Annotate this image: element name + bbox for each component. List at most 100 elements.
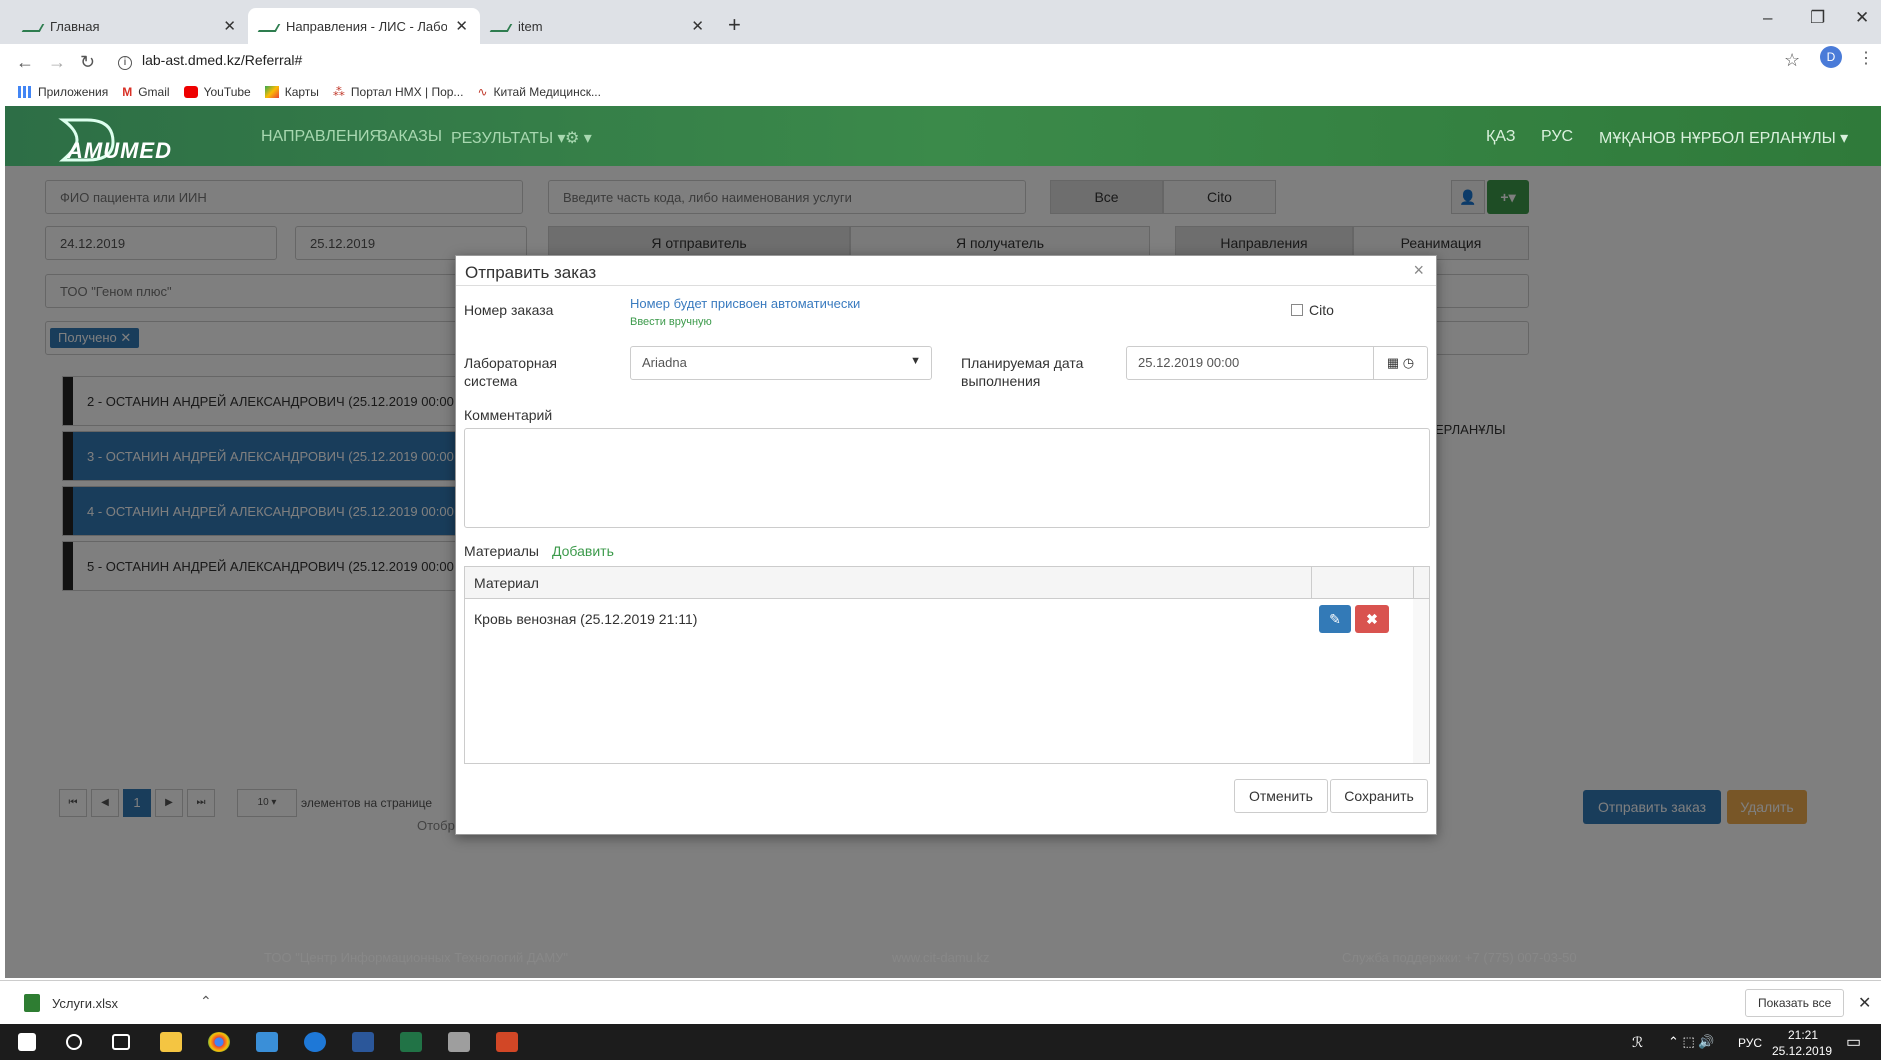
info-icon[interactable]: i <box>118 56 132 70</box>
chevron-up-icon[interactable]: ⌃ <box>200 993 212 1010</box>
bookmark-label: YouTube <box>203 85 251 99</box>
damumed-favicon-icon <box>492 20 508 32</box>
browser-tab[interactable]: Главная ✕ <box>12 8 248 44</box>
materials-label: Материалы <box>464 543 539 559</box>
material-name: Кровь венозная (25.12.2019 21:11) <box>474 611 698 627</box>
url-field[interactable]: i lab-ast.dmed.kz/Referral# <box>118 52 302 70</box>
lab-system-select[interactable]: Ariadna ▼ <box>630 346 932 380</box>
lang-rus[interactable]: РУС <box>1541 128 1573 146</box>
planned-date-label: Планируемая дата выполнения <box>961 355 1084 389</box>
table-row[interactable]: Кровь венозная (25.12.2019 21:11) ✎ ✖ <box>465 599 1429 639</box>
modal-title: Отправить заказ <box>465 263 597 282</box>
tray-icons[interactable]: ⌃ ⬚ 🔊 <box>1668 1034 1715 1050</box>
gmail-icon: M <box>122 85 133 99</box>
add-material-link[interactable]: Добавить <box>552 543 614 559</box>
clock-time[interactable]: 21:21 <box>1788 1028 1818 1042</box>
keyboard-language[interactable]: РУС <box>1738 1036 1762 1050</box>
profile-avatar[interactable]: D <box>1820 46 1842 68</box>
planned-date-value: 25.12.2019 00:00 <box>1138 355 1240 370</box>
browser-menu-icon[interactable]: ⋮ <box>1858 48 1874 68</box>
download-shelf: Услуги.xlsx ⌃ Показать все ✕ <box>0 980 1881 1024</box>
excel-file-icon <box>24 994 40 1012</box>
lab-system-value: Ariadna <box>642 355 687 370</box>
bookmark-gmail[interactable]: M Gmail <box>122 85 169 99</box>
nav-referrals[interactable]: НАПРАВЛЕНИЯ <box>261 128 381 146</box>
nav-orders[interactable]: ЗАКАЗЫ <box>378 128 442 146</box>
tab-close-icon[interactable]: ✕ <box>223 17 236 35</box>
bookmark-label: Карты <box>284 85 319 99</box>
show-all-button[interactable]: Показать все <box>1745 989 1845 1017</box>
browser-tab[interactable]: item ✕ <box>480 8 716 44</box>
bookmark-nmh[interactable]: ⁂ Портал НМХ | Пор... <box>333 85 464 99</box>
restore-icon[interactable]: ❐ <box>1810 8 1825 28</box>
app-icon[interactable] <box>256 1032 278 1052</box>
planned-date-input[interactable]: 25.12.2019 00:00 ▦ ◷ <box>1126 346 1428 380</box>
bookmark-apps[interactable]: Приложения <box>18 85 108 99</box>
edit-icon[interactable]: ✎ <box>1319 605 1351 633</box>
bookmark-maps[interactable]: Карты <box>264 85 319 99</box>
browser-tab-active[interactable]: Направления - ЛИС - Лаборато ✕ <box>248 8 480 44</box>
people-icon[interactable]: ℛ <box>1632 1034 1643 1051</box>
url-text: lab-ast.dmed.kz/Referral# <box>142 52 303 68</box>
bookmark-youtube[interactable]: YouTube <box>183 85 251 99</box>
edge-icon[interactable] <box>304 1032 326 1052</box>
clock-date[interactable]: 25.12.2019 <box>1772 1044 1832 1058</box>
modal-close-icon[interactable]: × <box>1413 260 1424 281</box>
comment-textarea[interactable] <box>464 428 1430 528</box>
bookmark-label: Портал НМХ | Пор... <box>350 85 464 99</box>
bookmark-label: Приложения <box>38 85 109 99</box>
nav-results[interactable]: РЕЗУЛЬТАТЫ ▾ <box>451 128 566 148</box>
footer-site-link[interactable]: www.cit-damu.kz <box>892 950 990 965</box>
forward-icon[interactable]: → <box>48 52 66 73</box>
reload-icon[interactable]: ↻ <box>80 52 95 73</box>
file-explorer-icon[interactable] <box>160 1032 182 1052</box>
delete-icon[interactable]: ✖ <box>1355 605 1389 633</box>
download-file-name[interactable]: Услуги.xlsx <box>52 996 118 1011</box>
nav-settings[interactable]: ⚙ ▾ <box>565 128 592 148</box>
browser-tab-bar: Главная ✕ Направления - ЛИС - Лаборато ✕… <box>0 0 1881 44</box>
maps-icon <box>264 86 279 98</box>
save-button[interactable]: Сохранить <box>1330 779 1428 813</box>
windows-start-icon[interactable] <box>18 1033 36 1051</box>
grid-scrollbar[interactable] <box>1413 599 1429 763</box>
search-icon[interactable] <box>66 1034 82 1050</box>
task-view-icon[interactable] <box>112 1034 130 1050</box>
cito-checkbox[interactable] <box>1291 304 1303 316</box>
grid-header: Материал <box>465 567 1429 599</box>
tab-label: item <box>518 18 543 34</box>
lang-kaz[interactable]: ҚАЗ <box>1486 128 1515 146</box>
new-tab-icon[interactable]: + <box>728 12 741 38</box>
notifications-icon[interactable]: ▭ <box>1846 1032 1861 1052</box>
powerpoint-icon[interactable] <box>496 1032 518 1052</box>
close-download-shelf-icon[interactable]: ✕ <box>1858 993 1871 1013</box>
bookmark-label: Gmail <box>138 85 170 99</box>
lab-system-label: Лабораторная система <box>464 355 557 389</box>
user-menu[interactable]: МҰҚАНОВ НҰРБОЛ ЕРЛАНҰЛЫ ▾ <box>1599 128 1848 148</box>
bookmark-label: Китай Медицинск... <box>493 85 601 99</box>
logo-text: AMUMED <box>67 138 172 163</box>
window-close-icon[interactable]: ✕ <box>1855 8 1869 28</box>
column-separator <box>1413 567 1414 599</box>
damumed-favicon-icon <box>24 20 40 32</box>
bookmark-star-icon[interactable]: ☆ <box>1784 50 1800 71</box>
back-icon[interactable]: ← <box>16 52 34 73</box>
bookmark-china[interactable]: ∿ Китай Медицинск... <box>477 85 601 99</box>
bookmarks-bar: Приложения M Gmail YouTube Карты ⁂ Портал … <box>0 78 1881 106</box>
tab-label: Направления - ЛИС - Лаборато <box>286 18 448 34</box>
tab-close-icon[interactable]: ✕ <box>691 17 704 35</box>
order-number-label: Номер заказа <box>464 302 554 318</box>
paint-icon[interactable] <box>448 1032 470 1052</box>
tab-close-icon[interactable]: ✕ <box>455 17 468 35</box>
order-number-auto: Номер будет присвоен автоматически <box>630 296 861 311</box>
windows-taskbar: ℛ ⌃ ⬚ 🔊 РУС 21:21 25.12.2019 ▭ <box>0 1024 1881 1060</box>
youtube-icon <box>183 86 198 98</box>
calendar-clock-icon[interactable]: ▦ ◷ <box>1373 347 1427 379</box>
excel-icon[interactable] <box>400 1032 422 1052</box>
minimize-icon[interactable]: – <box>1763 8 1772 28</box>
footer-support: Служба поддержки: +7 (775) 007-03-50 <box>1342 950 1577 965</box>
word-icon[interactable] <box>352 1032 374 1052</box>
chrome-icon[interactable] <box>208 1032 230 1052</box>
dropdown-arrow-icon: ▼ <box>910 355 921 367</box>
manual-entry-link[interactable]: Ввести вручную <box>630 316 712 328</box>
cancel-button[interactable]: Отменить <box>1234 779 1328 813</box>
